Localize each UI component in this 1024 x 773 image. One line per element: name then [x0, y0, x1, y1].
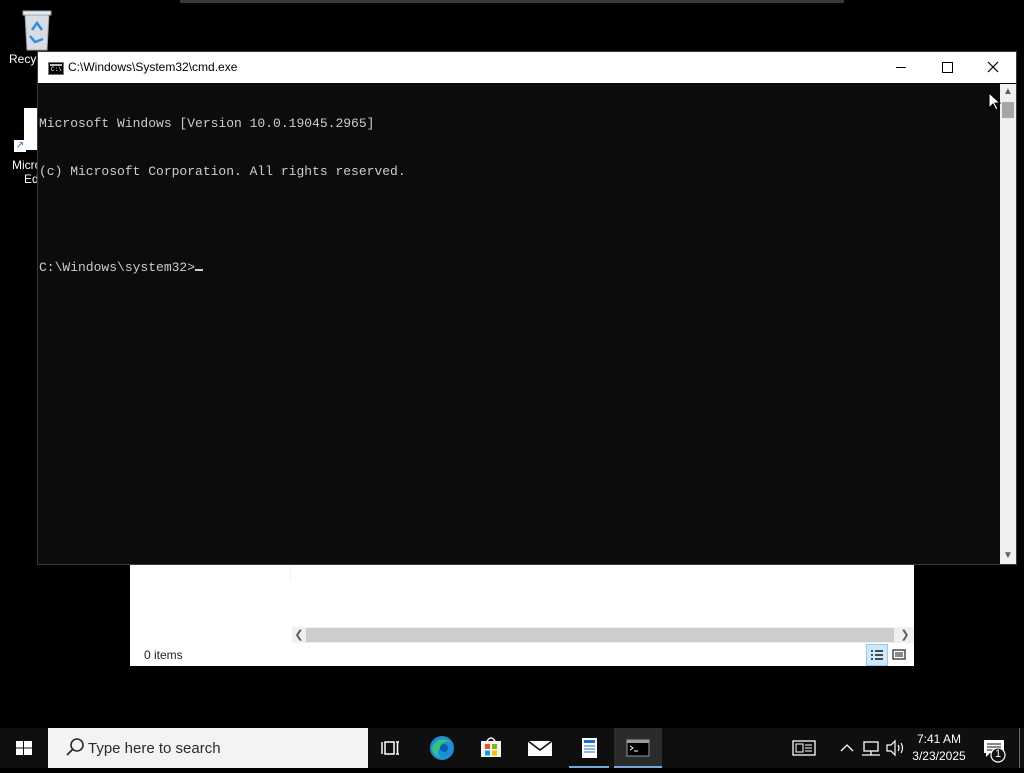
- details-view-icon: [871, 650, 883, 660]
- news-icon: [792, 740, 816, 756]
- mouse-pointer-icon: [988, 92, 1002, 111]
- desktop-icon-label: Micro: [12, 158, 42, 172]
- start-button[interactable]: [0, 728, 48, 768]
- document-icon: [582, 738, 597, 758]
- minimize-button[interactable]: [878, 52, 924, 83]
- network-icon: [862, 741, 880, 756]
- shortcut-arrow-icon: ↗: [14, 140, 26, 152]
- maximize-button[interactable]: [924, 52, 970, 83]
- text-cursor: [195, 269, 204, 271]
- cmd-window-title: C:\Windows\System32\cmd.exe: [68, 60, 238, 74]
- vertical-scrollbar[interactable]: ▲ ▼: [1000, 84, 1016, 564]
- console-line: (c) Microsoft Corporation. All rights re…: [39, 164, 406, 179]
- desktop-icon-label-line2: Ed: [24, 172, 39, 186]
- taskbar-mail-button[interactable]: [516, 728, 564, 768]
- close-icon: [987, 61, 999, 73]
- clock-time: 7:41 AM: [916, 732, 962, 746]
- microsoft-store-icon: [481, 737, 501, 757]
- news-and-interests-button[interactable]: [780, 728, 828, 768]
- scrollbar-thumb[interactable]: [306, 628, 894, 642]
- command-prompt-icon: [626, 739, 650, 757]
- console-prompt-line: C:\Windows\system32>: [39, 260, 999, 276]
- details-view-button[interactable]: [866, 644, 888, 666]
- mail-icon: [527, 740, 553, 756]
- close-button[interactable]: [970, 52, 1016, 83]
- background-window-edge: [180, 0, 844, 3]
- taskbar-search-box[interactable]: Type here to search: [48, 728, 368, 768]
- network-button[interactable]: [859, 728, 883, 768]
- search-placeholder: Type here to search: [88, 740, 221, 757]
- show-desktop-button[interactable]: [1019, 728, 1020, 768]
- edge-shortcut-icon: [24, 108, 38, 150]
- scroll-up-button[interactable]: ▲: [1000, 84, 1016, 100]
- chevron-up-icon: [840, 744, 854, 752]
- taskbar-file-explorer-button[interactable]: [565, 728, 613, 768]
- large-icons-view-icon: [892, 649, 906, 660]
- cmd-app-icon: C:\: [48, 62, 64, 75]
- scroll-right-button[interactable]: ❯: [898, 627, 912, 643]
- speaker-icon: [886, 739, 904, 757]
- action-center-button[interactable]: 1: [972, 728, 1020, 768]
- taskbar-cmd-button[interactable]: [614, 728, 662, 768]
- scrollbar-thumb[interactable]: [1002, 102, 1014, 118]
- console-prompt: C:\Windows\system32>: [39, 260, 196, 275]
- scroll-down-button[interactable]: ▼: [1000, 548, 1016, 564]
- maximize-icon: [942, 62, 953, 73]
- task-view-button[interactable]: [368, 728, 416, 768]
- console-line: Microsoft Windows [Version 10.0.19045.29…: [39, 116, 375, 131]
- volume-button[interactable]: [883, 728, 907, 768]
- task-view-icon: [381, 741, 399, 755]
- recycle-bin-icon: [22, 10, 52, 51]
- horizontal-scrollbar[interactable]: ❮ ❯: [292, 627, 914, 643]
- clock-date: 3/23/2025: [912, 749, 966, 763]
- console-output[interactable]: Microsoft Windows [Version 10.0.19045.29…: [39, 84, 999, 562]
- notification-count-badge: 1: [994, 748, 1002, 760]
- status-bar-text: 0 items: [144, 648, 183, 662]
- cmd-title-bar[interactable]: C:\ C:\Windows\System32\cmd.exe: [38, 52, 1016, 83]
- taskbar-edge-button[interactable]: [418, 728, 466, 768]
- scroll-left-button[interactable]: ❮: [292, 627, 306, 643]
- file-explorer-window[interactable]: ❮ ❯ 0 items: [130, 560, 914, 666]
- windows-logo-icon: [16, 741, 32, 755]
- taskbar-store-button[interactable]: [467, 728, 515, 768]
- show-hidden-icons-button[interactable]: [836, 728, 858, 768]
- minimize-icon: [896, 67, 906, 68]
- edge-browser-icon: [430, 736, 454, 760]
- clock-button[interactable]: 7:41 AM 3/23/2025: [908, 728, 970, 768]
- large-icons-view-button[interactable]: [888, 644, 910, 666]
- cmd-window[interactable]: C:\ C:\Windows\System32\cmd.exe Microsof…: [38, 52, 1016, 564]
